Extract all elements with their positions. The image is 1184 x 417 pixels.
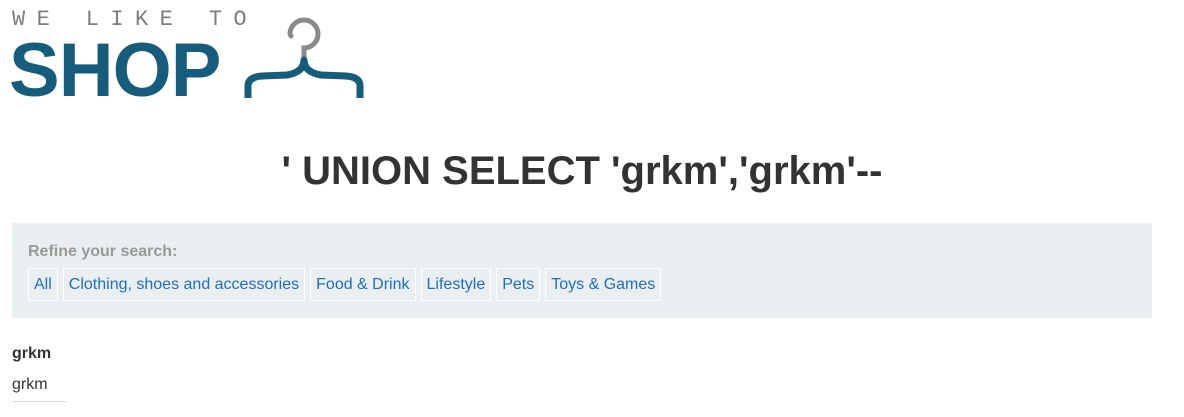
filter-link-all[interactable]: All — [28, 268, 58, 301]
result-body: grkm — [12, 376, 48, 393]
filter-links: All Clothing, shoes and accessories Food… — [28, 268, 1136, 301]
result-divider — [12, 401, 67, 402]
result-item: grkm grkm — [12, 344, 67, 402]
hanger-icon — [244, 17, 364, 98]
site-logo[interactable]: WE LIKE TO SHOP — [9, 6, 372, 113]
filter-link-pets[interactable]: Pets — [496, 268, 541, 301]
filter-panel: Refine your search: All Clothing, shoes … — [12, 223, 1152, 318]
logo-word: SHOP — [9, 28, 221, 113]
result-title: grkm — [12, 345, 52, 362]
filter-link-toys-games[interactable]: Toys & Games — [545, 268, 662, 301]
filter-link-lifestyle[interactable]: Lifestyle — [420, 268, 492, 301]
search-results-heading: ' UNION SELECT 'grkm','grkm'-- — [281, 149, 883, 193]
filter-link-food-drink[interactable]: Food & Drink — [310, 268, 416, 301]
filter-link-clothing[interactable]: Clothing, shoes and accessories — [62, 268, 306, 301]
page: WE LIKE TO SHOP ' UNION SELECT 'grkm','g… — [0, 0, 1184, 417]
filter-label: Refine your search: — [28, 243, 178, 260]
